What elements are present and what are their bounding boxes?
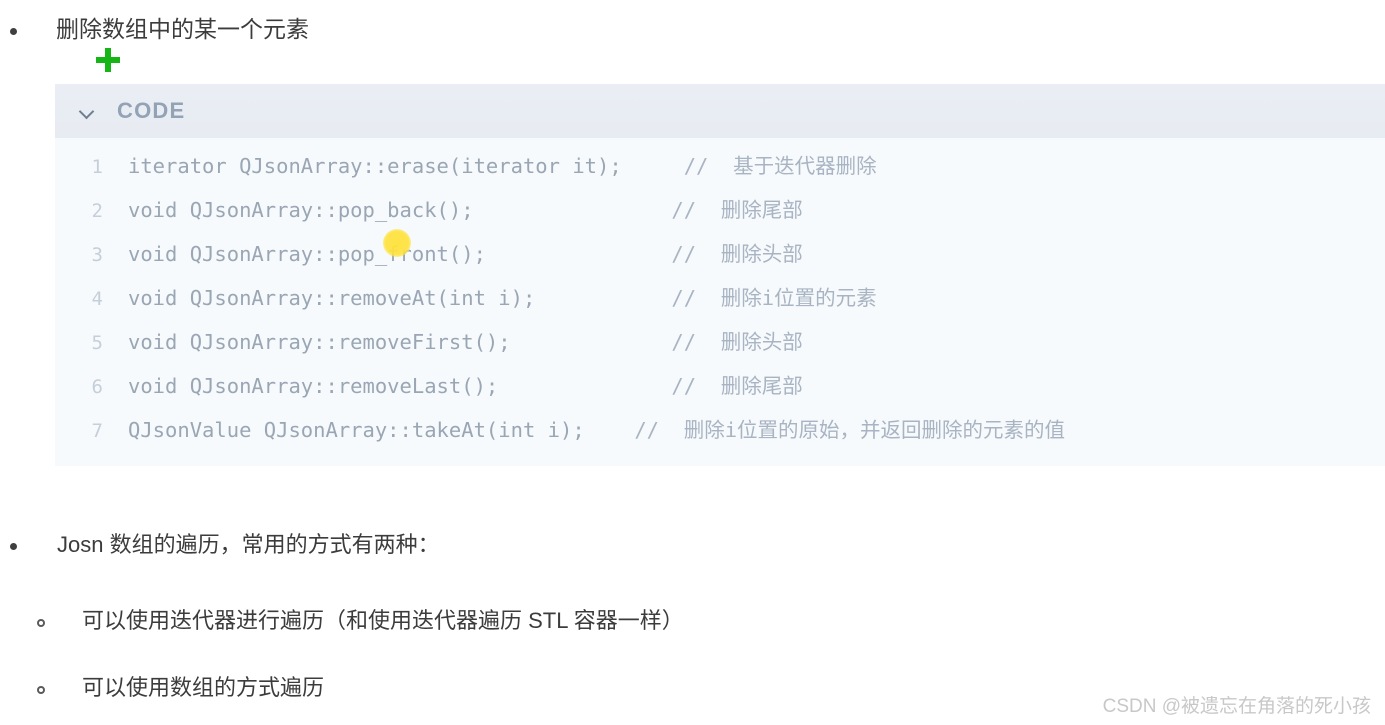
code-gap bbox=[511, 232, 671, 276]
mouse-cursor-highlight bbox=[383, 229, 411, 257]
line-number: 4 bbox=[91, 288, 103, 310]
code-comment: // 删除尾部 bbox=[671, 198, 803, 222]
code-block-title: CODE bbox=[117, 98, 186, 123]
code-block-header[interactable]: CODE bbox=[55, 84, 1385, 138]
code-block-card: CODE 1 iterator QJsonArray::erase(iterat… bbox=[55, 84, 1385, 466]
code-gap bbox=[499, 188, 672, 232]
code-comment: // 删除i位置的原始，并返回删除的元素的值 bbox=[634, 418, 1066, 442]
plus-icon[interactable] bbox=[96, 48, 120, 72]
sub-bullet-label-iterator: 可以使用迭代器进行遍历（和使用迭代器遍历 STL 容器一样） bbox=[82, 608, 684, 633]
sub-bullet-circle-icon bbox=[37, 619, 45, 627]
sub-bullet-item-iterator: 可以使用迭代器进行遍历（和使用迭代器遍历 STL 容器一样） bbox=[37, 610, 684, 632]
code-comment: // 删除头部 bbox=[671, 242, 803, 266]
bullet-label-delete-element: 删除数组中的某一个元素 bbox=[56, 16, 309, 42]
code-gap bbox=[647, 144, 684, 188]
code-text: void QJsonArray::pop_back(); bbox=[128, 198, 474, 222]
code-line: 2 void QJsonArray::pop_back(); // 删除尾部 bbox=[55, 188, 1385, 232]
sub-bullet-circle-icon bbox=[37, 686, 45, 694]
code-line: 1 iterator QJsonArray::erase(iterator it… bbox=[55, 144, 1385, 188]
code-comment: // 删除尾部 bbox=[671, 374, 803, 398]
line-number: 1 bbox=[91, 156, 103, 178]
csdn-watermark: CSDN @被遗忘在角落的死小孩 bbox=[1102, 696, 1371, 717]
bullet-label-traverse: Josn 数组的遍历，常用的方式有两种： bbox=[57, 532, 440, 557]
line-number: 7 bbox=[91, 420, 103, 442]
code-comment: // 删除头部 bbox=[671, 330, 803, 354]
code-text: void QJsonArray::pop_front(); bbox=[128, 242, 486, 266]
line-number: 2 bbox=[91, 200, 103, 222]
code-line: 7 QJsonValue QJsonArray::takeAt(int i); … bbox=[55, 408, 1385, 452]
line-number: 5 bbox=[91, 332, 103, 354]
code-line: 3 void QJsonArray::pop_front(); // 删除头部 bbox=[55, 232, 1385, 276]
bullet-dot-icon bbox=[10, 543, 17, 550]
plus-icon-vertical-bar bbox=[105, 48, 111, 72]
code-gap bbox=[523, 364, 671, 408]
code-line: 5 void QJsonArray::removeFirst(); // 删除头… bbox=[55, 320, 1385, 364]
code-text: void QJsonArray::removeAt(int i); bbox=[128, 286, 536, 310]
code-gap bbox=[610, 408, 635, 452]
code-text: void QJsonArray::removeFirst(); bbox=[128, 330, 511, 354]
code-line: 4 void QJsonArray::removeAt(int i); // 删… bbox=[55, 276, 1385, 320]
code-text: void QJsonArray::removeLast(); bbox=[128, 374, 499, 398]
code-gap bbox=[536, 320, 672, 364]
line-number: 6 bbox=[91, 376, 103, 398]
chevron-down-icon[interactable] bbox=[79, 103, 95, 119]
code-line: 6 void QJsonArray::removeLast(); // 删除尾部 bbox=[55, 364, 1385, 408]
line-number: 3 bbox=[91, 244, 103, 266]
code-comment: // 基于迭代器删除 bbox=[683, 154, 877, 178]
bullet-item-traverse: Josn 数组的遍历，常用的方式有两种： bbox=[10, 534, 440, 556]
sub-bullet-item-array: 可以使用数组的方式遍历 bbox=[37, 677, 324, 699]
code-block-body[interactable]: 1 iterator QJsonArray::erase(iterator it… bbox=[55, 138, 1385, 452]
code-comment: // 删除i位置的元素 bbox=[671, 286, 877, 310]
bullet-item-delete-element: 删除数组中的某一个元素 bbox=[10, 18, 309, 41]
code-text: iterator QJsonArray::erase(iterator it); bbox=[128, 154, 622, 178]
code-text: QJsonValue QJsonArray::takeAt(int i); bbox=[128, 418, 585, 442]
bullet-dot-icon bbox=[10, 28, 17, 35]
sub-bullet-label-array: 可以使用数组的方式遍历 bbox=[82, 675, 325, 700]
code-gap bbox=[560, 276, 671, 320]
